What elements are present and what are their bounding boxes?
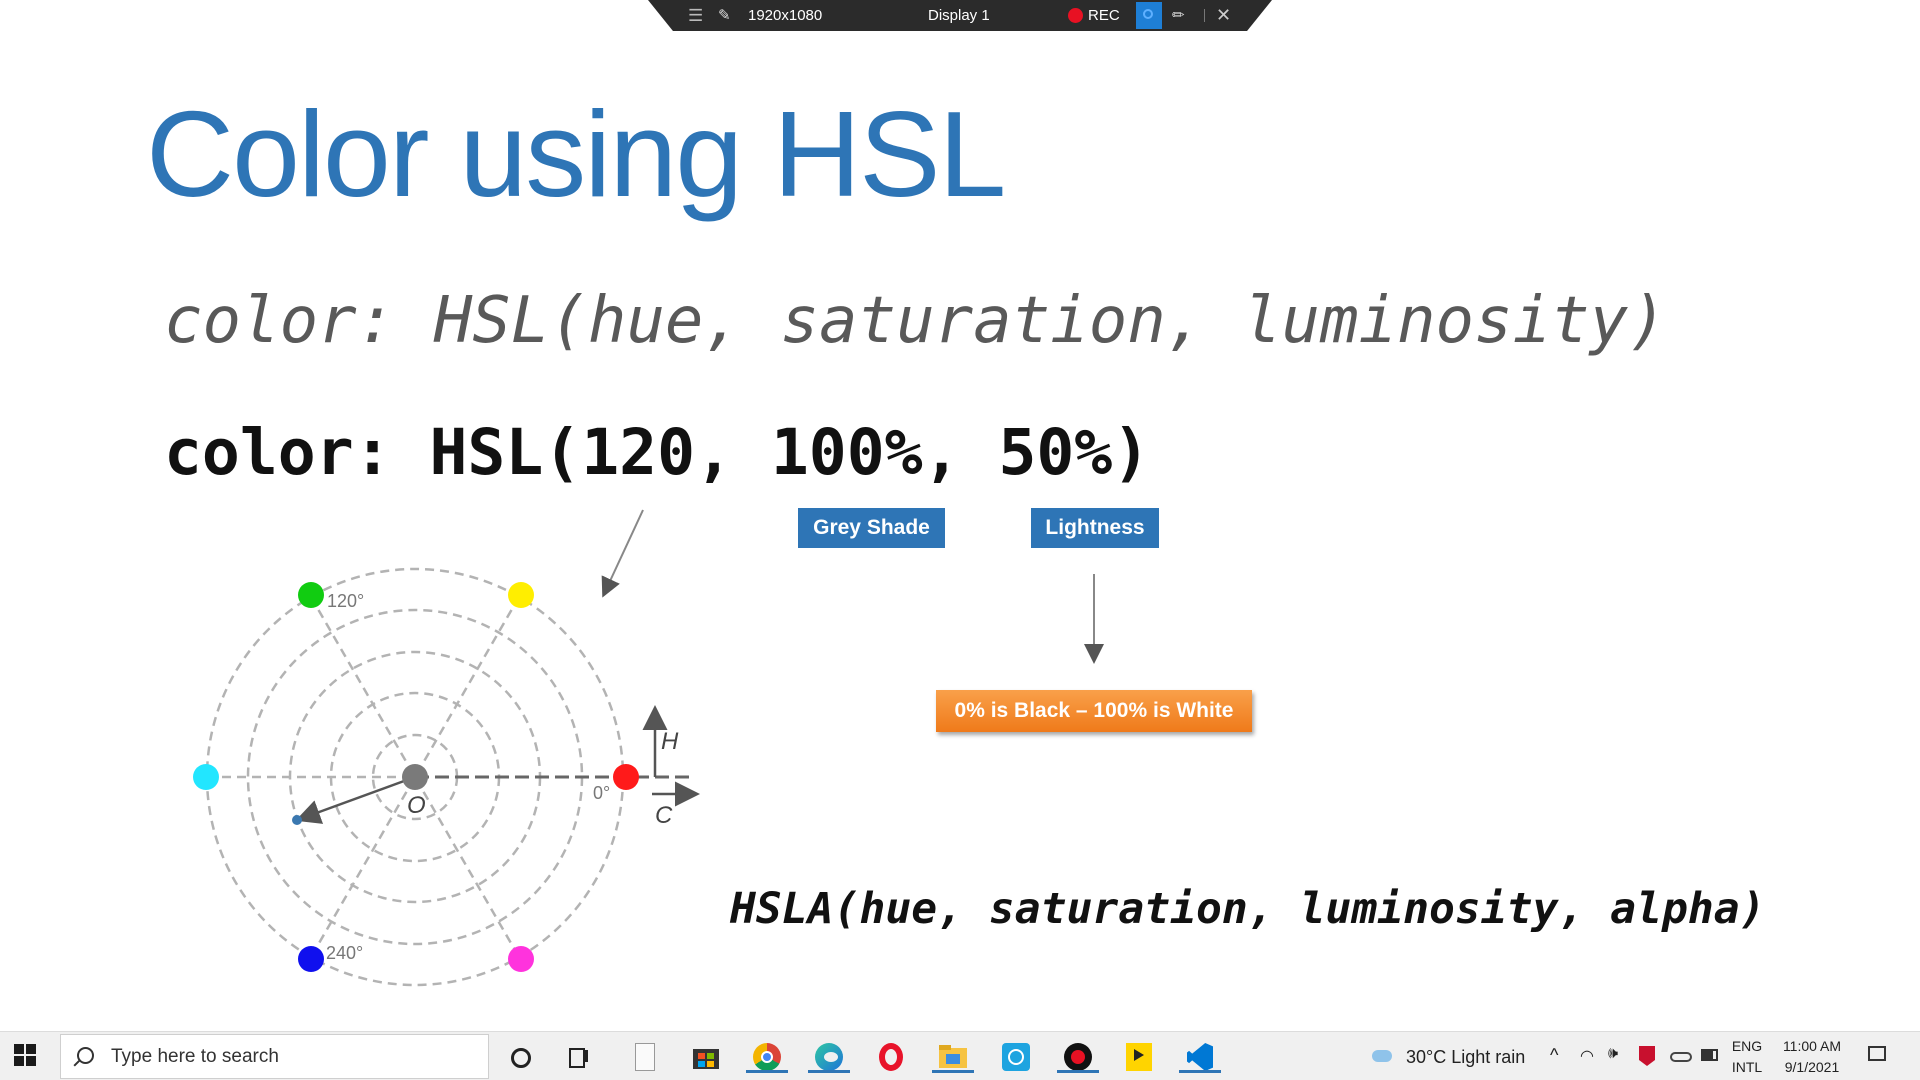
task-view-icon[interactable] (563, 1040, 597, 1074)
media-player-icon[interactable] (1122, 1040, 1156, 1074)
keyboard-layout[interactable]: INTL (1730, 1059, 1764, 1075)
language-code[interactable]: ENG (1730, 1038, 1764, 1054)
green-hue-dot (298, 582, 324, 608)
chrome-icon[interactable] (746, 1040, 788, 1074)
edge-icon[interactable] (808, 1040, 850, 1074)
notifications-icon[interactable] (1866, 1044, 1890, 1068)
label-120-degrees: 120° (327, 591, 364, 611)
onedrive-icon[interactable] (1670, 1048, 1692, 1062)
microsoft-store-icon[interactable] (689, 1040, 723, 1074)
battery-icon[interactable] (1701, 1049, 1721, 1061)
search-icon (77, 1047, 94, 1064)
hue-pointer-arrow (601, 509, 644, 598)
weather-icon[interactable] (1370, 1044, 1394, 1068)
volume-icon[interactable]: 🕪 (1608, 1045, 1618, 1063)
file-icon[interactable] (627, 1040, 661, 1074)
red-hue-dot (613, 764, 639, 790)
clock-date[interactable]: 9/1/2021 (1776, 1059, 1848, 1075)
weather-status[interactable]: 30°C Light rain (1406, 1047, 1525, 1068)
windows-start-button[interactable] (14, 1044, 36, 1066)
magenta-hue-dot (508, 946, 534, 972)
label-0-degrees: 0° (593, 783, 610, 803)
vscode-icon[interactable] (1179, 1040, 1221, 1074)
whatsapp-icon[interactable] (999, 1040, 1033, 1074)
hue-axes (207, 596, 521, 958)
cortana-icon[interactable] (503, 1040, 537, 1074)
opera-icon[interactable] (874, 1040, 908, 1074)
cyan-hue-dot (193, 764, 219, 790)
hsl-color-wheel-diagram: 120° 240° 0° O H C (193, 509, 1104, 987)
taskbar: Type here to search 30°C Light rain ^ ◠ … (0, 1031, 1920, 1080)
screen-recorder-icon[interactable] (1057, 1040, 1099, 1074)
origin-dot (402, 764, 428, 790)
wifi-icon[interactable]: ◠ (1580, 1046, 1594, 1066)
clock-time[interactable]: 11:00 AM (1776, 1038, 1848, 1054)
mcafee-icon[interactable] (1638, 1045, 1656, 1067)
chevron-up-icon[interactable]: ^ (1550, 1045, 1558, 1066)
search-input[interactable]: Type here to search (111, 1035, 279, 1078)
file-explorer-icon[interactable] (932, 1040, 974, 1074)
yellow-hue-dot (508, 582, 534, 608)
label-240-degrees: 240° (326, 943, 363, 963)
vector-arrow (295, 775, 416, 824)
taskbar-search[interactable]: Type here to search (60, 1034, 489, 1079)
label-origin: O (407, 792, 426, 819)
blue-hue-dot (298, 946, 324, 972)
vector-point (292, 815, 302, 825)
label-h: H (661, 728, 679, 755)
label-c: C (655, 802, 673, 829)
